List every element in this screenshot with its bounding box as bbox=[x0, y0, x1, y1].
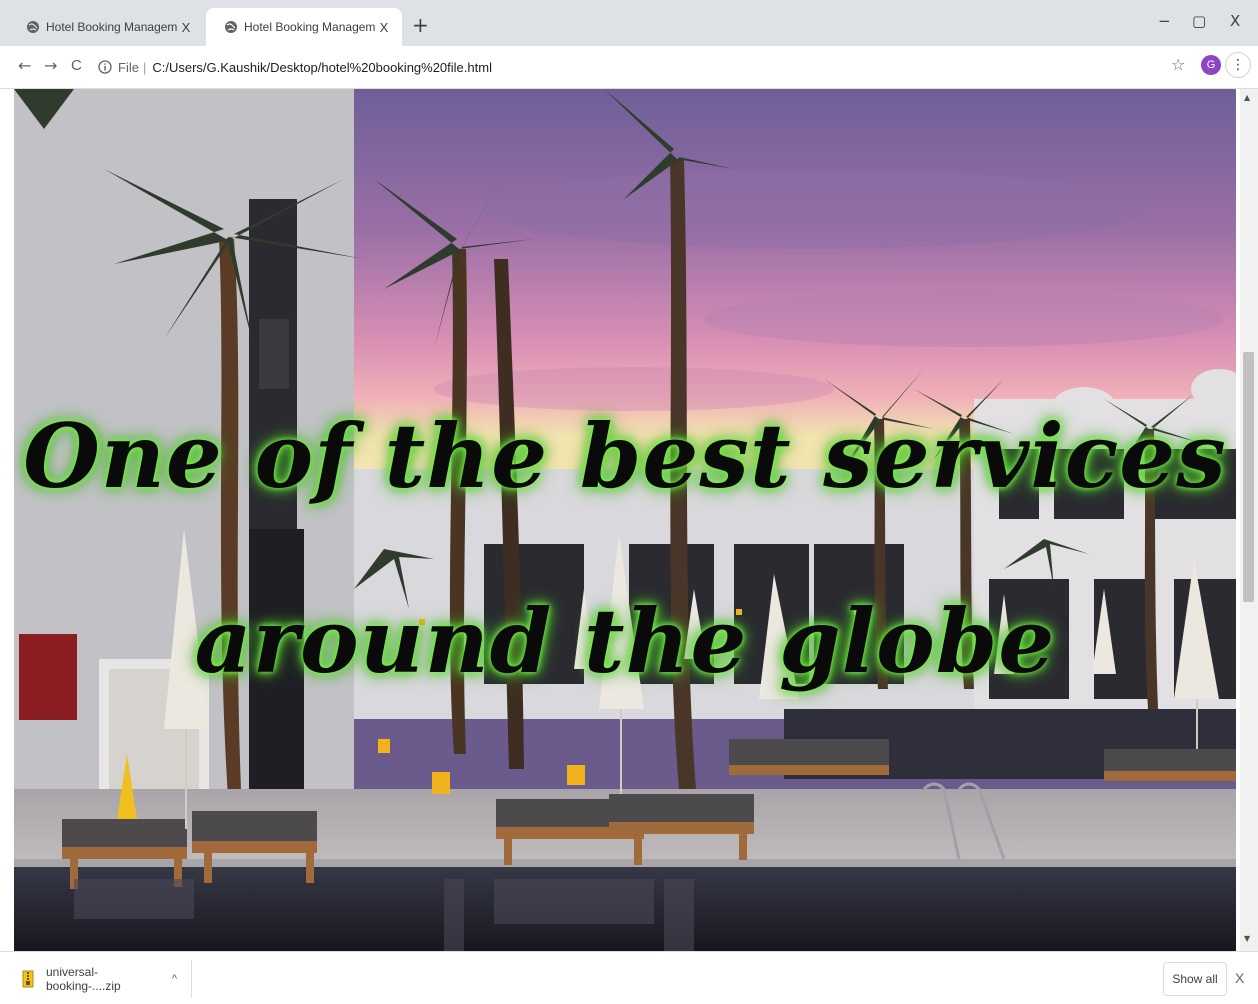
download-shelf: universal-booking-....zip ^ Show all X bbox=[0, 951, 1258, 1004]
download-item[interactable]: universal-booking-....zip ^ bbox=[10, 960, 192, 998]
reload-button[interactable]: C bbox=[71, 56, 82, 76]
url-text: C:/Users/G.Kaushik/Desktop/hotel%20booki… bbox=[152, 59, 492, 75]
url-separator: | bbox=[142, 59, 147, 75]
scrollbar-thumb[interactable] bbox=[1243, 352, 1254, 602]
globe-icon bbox=[225, 21, 237, 33]
new-tab-button[interactable]: + bbox=[412, 15, 429, 35]
scroll-down-arrow-icon[interactable]: ▼ bbox=[1244, 934, 1250, 943]
hero-headline-line-1: One of the best services bbox=[23, 404, 1227, 508]
tab-strip: Hotel Booking Management X Hotel Booking… bbox=[0, 0, 1258, 46]
hero-headline-line-2: around the globe bbox=[194, 589, 1056, 693]
menu-icon[interactable]: ⋮ bbox=[1225, 52, 1251, 78]
zip-file-icon bbox=[22, 970, 34, 988]
profile-avatar[interactable]: G bbox=[1201, 55, 1221, 75]
download-file-name: universal-booking-....zip bbox=[46, 965, 121, 993]
url-scheme: File bbox=[118, 59, 139, 75]
back-button[interactable]: ← bbox=[18, 56, 31, 76]
forward-button[interactable]: → bbox=[44, 56, 57, 76]
tab-close-button[interactable]: X bbox=[178, 20, 194, 35]
maximize-button[interactable]: ▢ bbox=[1192, 12, 1206, 30]
star-icon[interactable]: ☆ bbox=[1171, 55, 1185, 74]
hero-background-image bbox=[14, 89, 1236, 951]
download-options-button[interactable]: ^ bbox=[172, 973, 177, 985]
minimize-button[interactable]: − bbox=[1158, 12, 1171, 30]
tab-hotel-booking-1[interactable]: Hotel Booking Management X bbox=[8, 8, 204, 46]
window-close-button[interactable]: X bbox=[1230, 12, 1240, 30]
page-viewport: One of the best services around the glob… bbox=[14, 89, 1236, 951]
tab-hotel-booking-2[interactable]: Hotel Booking Management X bbox=[206, 8, 402, 46]
globe-icon bbox=[27, 21, 39, 33]
show-all-button[interactable]: Show all bbox=[1163, 962, 1227, 996]
info-icon bbox=[98, 60, 112, 74]
tab-close-button[interactable]: X bbox=[376, 20, 392, 35]
close-shelf-button[interactable]: X bbox=[1235, 970, 1244, 986]
scroll-up-arrow-icon[interactable]: ▲ bbox=[1244, 93, 1250, 102]
browser-toolbar: ← → C File | C:/Users/G.Kaushik/Desktop/… bbox=[0, 46, 1258, 89]
address-bar[interactable]: File | C:/Users/G.Kaushik/Desktop/hotel%… bbox=[98, 52, 1168, 82]
tab-title: Hotel Booking Management bbox=[46, 20, 178, 34]
tab-title: Hotel Booking Management bbox=[244, 20, 376, 34]
